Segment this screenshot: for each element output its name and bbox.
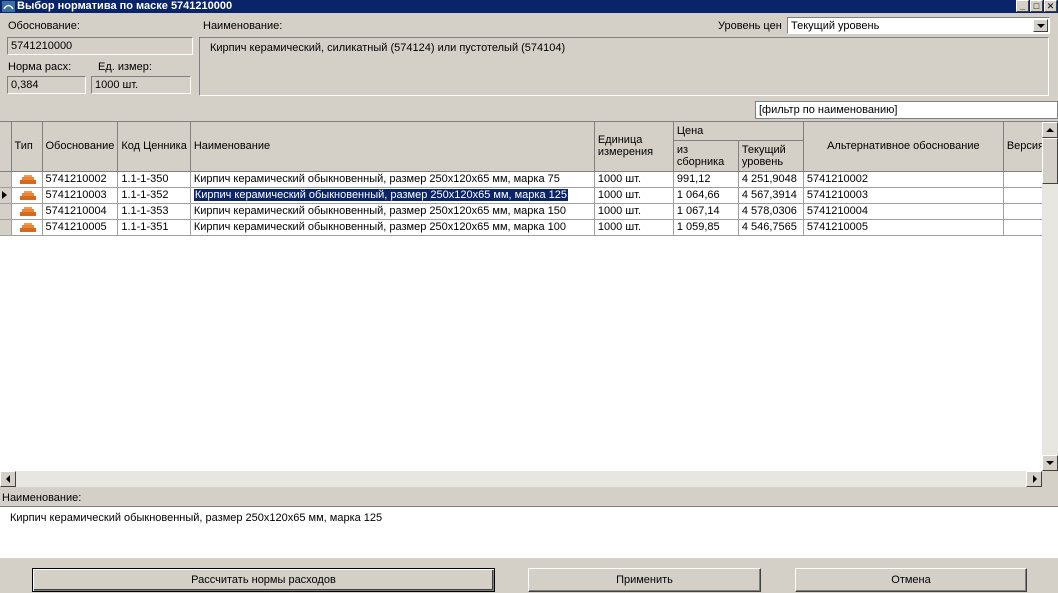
vertical-scroll-thumb[interactable] — [1042, 138, 1058, 184]
row-unit: 1000 шт. — [594, 171, 674, 188]
norms-grid: Тип Обоснование Код Ценника Наименование… — [0, 121, 1058, 487]
row-alt-code: 5741210004 — [803, 203, 1004, 220]
row-name: Кирпич керамический обыкновенный, размер… — [192, 188, 570, 202]
row-price-current: 4 578,0306 — [738, 203, 804, 220]
row-indicator — [0, 203, 12, 220]
row-price-book: 991,12 — [673, 171, 739, 188]
row-price-book: 1 064,66 — [673, 187, 739, 204]
row-version — [1003, 171, 1049, 188]
row-type — [11, 203, 43, 220]
vertical-scrollbar[interactable] — [1042, 122, 1058, 471]
col-header-price-code[interactable]: Код Ценника — [117, 122, 191, 172]
row-name-cell[interactable]: Кирпич керамический обыкновенный, размер… — [190, 187, 595, 204]
row-unit: 1000 шт. — [594, 219, 674, 236]
col-header-unit[interactable]: Единица измерения — [594, 122, 674, 172]
table-row[interactable]: 5741210002 1.1-1-350 Кирпич керамический… — [0, 171, 1049, 188]
title-bar: Выбор норматива по маске 5741210000 _ □ … — [0, 0, 1058, 13]
row-price-book: 1 059,85 — [673, 219, 739, 236]
cancel-button[interactable]: Отмена — [795, 568, 1027, 592]
brick-icon — [19, 190, 36, 200]
row-alt-code: 5741210003 — [803, 187, 1004, 204]
window-title: Выбор норматива по маске 5741210000 — [17, 0, 233, 12]
price-level-value: Текущий уровень — [791, 20, 880, 32]
row-price-current: 4 567,3914 — [738, 187, 804, 204]
brick-icon — [2, 1, 15, 12]
minimize-button[interactable]: _ — [1016, 0, 1029, 12]
row-version — [1003, 187, 1049, 204]
row-code: 5741210002 — [42, 171, 119, 188]
code-field[interactable]: 5741210000 — [7, 37, 193, 55]
horizontal-scrollbar[interactable] — [0, 471, 1042, 487]
close-button[interactable]: ✕ — [1044, 0, 1057, 12]
row-indicator — [0, 187, 12, 204]
col-header-price-current[interactable]: Текущий уровень — [738, 140, 804, 172]
code-label: Обоснование: — [8, 20, 80, 32]
row-indicator — [0, 219, 12, 236]
row-version — [1003, 219, 1049, 236]
row-price-current: 4 546,7565 — [738, 219, 804, 236]
col-header-alt-code[interactable]: Альтернативное обоснование — [803, 122, 1004, 172]
table-row[interactable]: 5741210004 1.1-1-353 Кирпич керамический… — [0, 203, 1049, 220]
row-name: Кирпич керамический обыкновенный, размер… — [190, 203, 595, 220]
name-filter-input[interactable]: [фильтр по наименованию] — [755, 101, 1058, 119]
row-name: Кирпич керамический обыкновенный, размер… — [190, 171, 595, 188]
brick-icon — [19, 222, 36, 232]
scroll-up-button[interactable] — [1042, 122, 1058, 138]
unit-label: Ед. измер: — [98, 61, 152, 73]
brick-icon — [19, 174, 36, 184]
row-code: 5741210005 — [42, 219, 119, 236]
row-alt-code: 5741210002 — [803, 171, 1004, 188]
price-level-label: Уровень цен — [718, 20, 782, 32]
row-price-current: 4 251,9048 — [738, 171, 804, 188]
scroll-right-button[interactable] — [1026, 471, 1042, 487]
name-label: Наименование: — [203, 20, 283, 32]
row-type — [11, 171, 43, 188]
scroll-down-button[interactable] — [1042, 455, 1058, 471]
row-code: 5741210004 — [42, 203, 119, 220]
row-alt-code: 5741210005 — [803, 219, 1004, 236]
col-header-price-book[interactable]: из сборника — [673, 140, 739, 172]
maximize-button[interactable]: □ — [1030, 0, 1043, 12]
description-text: Кирпич керамический обыкновенный, размер… — [0, 506, 1058, 558]
norm-label: Норма расх: — [8, 61, 72, 73]
row-type — [11, 219, 43, 236]
row-price-book: 1 067,14 — [673, 203, 739, 220]
row-unit: 1000 шт. — [594, 187, 674, 204]
current-row-arrow-icon — [2, 190, 7, 199]
col-header-version[interactable]: Версия — [1003, 122, 1049, 172]
col-header-type[interactable]: Тип — [11, 122, 43, 172]
col-header-code[interactable]: Обоснование — [42, 122, 119, 172]
price-level-select[interactable]: Текущий уровень — [787, 17, 1050, 34]
norm-field[interactable]: 0,384 — [7, 76, 86, 94]
unit-field[interactable]: 1000 шт. — [91, 76, 191, 94]
row-version — [1003, 203, 1049, 220]
calculate-norms-button[interactable]: Рассчитать нормы расходов — [32, 568, 495, 592]
scroll-corner — [1042, 471, 1058, 487]
description-label: Наименование: — [2, 492, 82, 504]
row-indicator — [0, 171, 12, 188]
header-indicator — [0, 122, 12, 172]
apply-button[interactable]: Применить — [528, 568, 761, 592]
brick-icon — [19, 206, 36, 216]
row-price-code: 1.1-1-350 — [117, 171, 191, 188]
col-header-name[interactable]: Наименование — [190, 122, 595, 172]
row-price-code: 1.1-1-353 — [117, 203, 191, 220]
row-unit: 1000 шт. — [594, 203, 674, 220]
row-price-code: 1.1-1-351 — [117, 219, 191, 236]
chevron-down-icon[interactable] — [1033, 19, 1048, 32]
row-type — [11, 187, 43, 204]
scroll-left-button[interactable] — [0, 471, 16, 487]
table-row[interactable]: 5741210005 1.1-1-351 Кирпич керамический… — [0, 219, 1049, 236]
row-price-code: 1.1-1-352 — [117, 187, 191, 204]
row-code: 5741210003 — [42, 187, 119, 204]
table-row-selected[interactable]: 5741210003 1.1-1-352 Кирпич керамический… — [0, 187, 1049, 204]
col-header-price[interactable]: Цена — [673, 122, 804, 141]
row-name: Кирпич керамический обыкновенный, размер… — [190, 219, 595, 236]
name-field[interactable]: Кирпич керамический, силикатный (574124)… — [199, 37, 1049, 96]
norms-table: Тип Обоснование Код Ценника Наименование… — [0, 122, 1049, 236]
